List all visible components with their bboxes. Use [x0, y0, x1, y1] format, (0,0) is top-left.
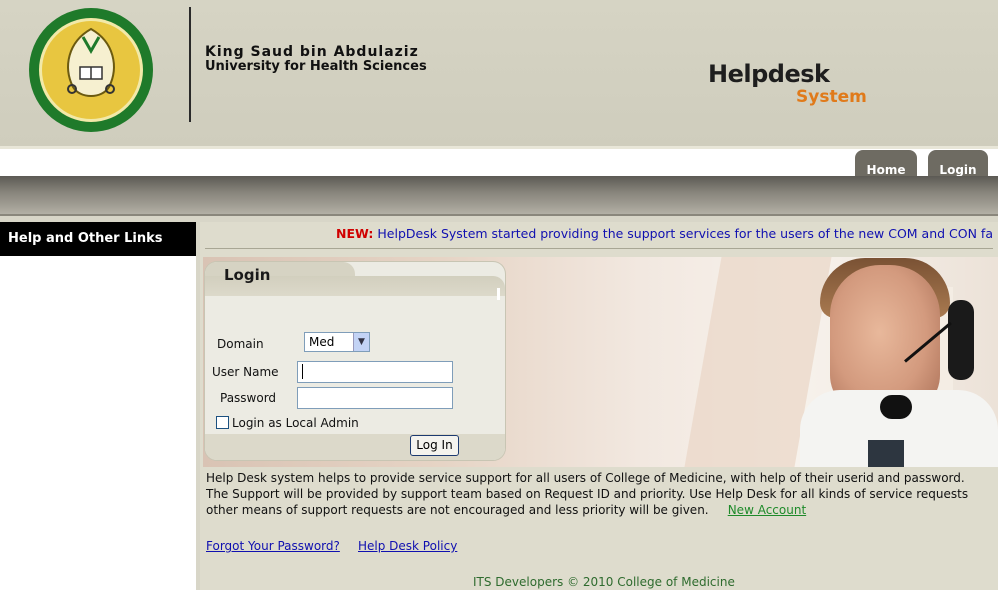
helpdesk-policy-link[interactable]: Help Desk Policy — [358, 539, 457, 553]
header-band-line — [0, 214, 998, 216]
sidebar — [0, 222, 196, 590]
news-text: HelpDesk System started providing the su… — [377, 226, 993, 241]
forgot-password-link[interactable]: Forgot Your Password? — [206, 539, 340, 553]
username-label: User Name — [212, 365, 279, 379]
headset-mic-icon — [880, 395, 912, 419]
header-divider — [189, 7, 191, 122]
login-button[interactable]: Log In — [410, 435, 459, 456]
password-input[interactable] — [297, 387, 453, 409]
description-text: Help Desk system helps to provide servic… — [206, 470, 976, 518]
university-logo — [29, 8, 153, 132]
login-panel-footer — [205, 434, 505, 460]
university-name: King Saud bin Abdulaziz University for H… — [205, 45, 427, 74]
text-caret — [302, 364, 303, 379]
helpdesk-brand: Helpdesk System — [708, 60, 867, 107]
local-admin-label[interactable]: Login as Local Admin — [232, 416, 359, 430]
description-body: Help Desk system helps to provide servic… — [206, 471, 969, 517]
sidebar-title: Help and Other Links — [0, 222, 196, 256]
password-label: Password — [220, 391, 277, 405]
domain-label: Domain — [217, 337, 264, 351]
headset-icon — [948, 300, 974, 380]
new-account-link[interactable]: New Account — [728, 503, 806, 517]
header-band — [0, 176, 998, 216]
news-label: NEW: — [336, 226, 374, 241]
brand-subtitle: System — [796, 87, 867, 107]
username-input[interactable] — [297, 361, 453, 383]
nav-bar — [0, 146, 998, 176]
footer-text: ITS Developers © 2010 College of Medicin… — [473, 575, 735, 589]
news-ticker: NEW: HelpDesk System started providing t… — [205, 224, 993, 246]
university-name-line2: University for Health Sciences — [205, 59, 427, 74]
support-agent-tie — [868, 440, 904, 467]
local-admin-checkbox[interactable] — [216, 416, 229, 429]
university-name-line1: King Saud bin Abdulaziz — [205, 44, 419, 60]
login-title: Login — [224, 266, 271, 284]
chevron-down-icon[interactable]: ▼ — [353, 333, 369, 351]
news-divider — [205, 248, 993, 249]
brand-title: Helpdesk — [708, 60, 830, 88]
login-panel-scrollbar — [497, 288, 500, 300]
